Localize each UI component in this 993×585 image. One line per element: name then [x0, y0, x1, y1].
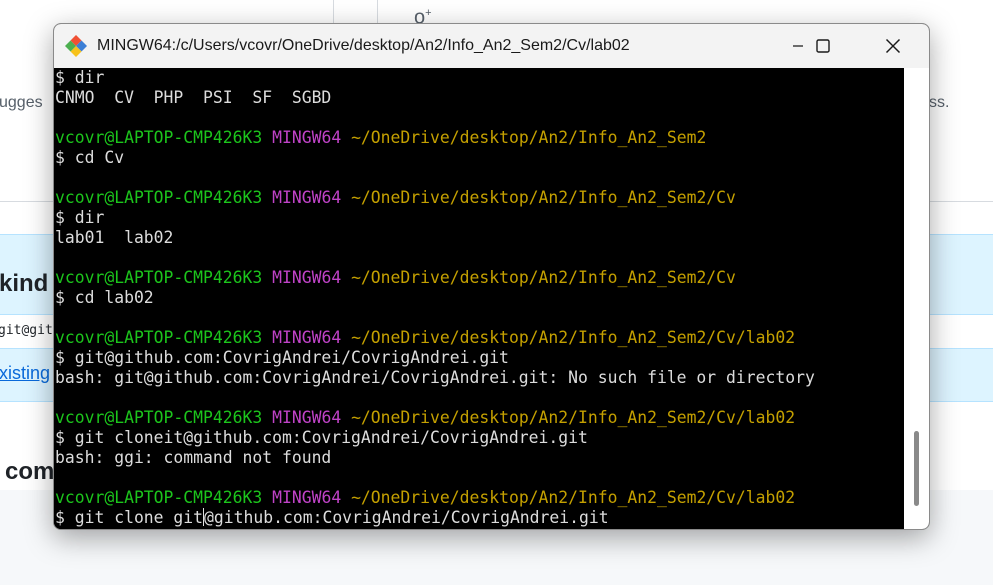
prompt-user-host: vcovr@LAPTOP-CMP426K3 [55, 128, 263, 147]
maximize-button[interactable] [800, 24, 846, 68]
prompt-system: MINGW64 [272, 488, 342, 507]
prompt-system: MINGW64 [272, 408, 342, 427]
terminal-text-line: $ git@github.com:CovrigAndrei/CovrigAndr… [55, 348, 509, 367]
prompt-path: ~/OneDrive/desktop/An2/Info_An2_Sem2 [351, 128, 707, 147]
prompt-user-host: vcovr@LAPTOP-CMP426K3 [55, 408, 263, 427]
terminal-text-line: $ cd Cv [55, 148, 125, 167]
prompt-path: ~/OneDrive/desktop/An2/Info_An2_Sem2/Cv/… [351, 488, 796, 507]
input-text-before-cursor: $ git clone git [55, 508, 204, 527]
terminal-input-line[interactable]: $ git clone git@github.com:CovrigAndrei/… [54, 508, 904, 528]
terminal-prompt-line: vcovr@LAPTOP-CMP426K3 MINGW64 ~/OneDrive… [54, 408, 904, 428]
terminal-text-line: $ cd lab02 [55, 288, 154, 307]
terminal-text-line: $ dir [55, 68, 105, 87]
terminal-prompt-line: vcovr@LAPTOP-CMP426K3 MINGW64 ~/OneDrive… [54, 188, 904, 208]
scrollbar-thumb[interactable] [914, 431, 919, 506]
terminal-text-line: bash: git@github.com:CovrigAndrei/Covrig… [55, 368, 815, 387]
terminal-text-line: $ dir [55, 208, 105, 227]
prompt-user-host: vcovr@LAPTOP-CMP426K3 [55, 268, 263, 287]
terminal-prompt-line: vcovr@LAPTOP-CMP426K3 MINGW64 ~/OneDrive… [54, 488, 904, 508]
prompt-path: ~/OneDrive/desktop/An2/Info_An2_Sem2/Cv [351, 188, 736, 207]
window-title: MINGW64:/c/Users/vcovr/OneDrive/desktop/… [97, 37, 630, 54]
background-code-snippet: git@git [0, 323, 53, 338]
prompt-system: MINGW64 [272, 128, 342, 147]
octicon-icon: o+ [414, 6, 432, 29]
terminal-text-line: $ git cloneit@github.com:CovrigAndrei/Co… [55, 428, 588, 447]
terminal-prompt-line: vcovr@LAPTOP-CMP426K3 MINGW64 ~/OneDrive… [54, 328, 904, 348]
prompt-system: MINGW64 [272, 268, 342, 287]
prompt-user-host: vcovr@LAPTOP-CMP426K3 [55, 328, 263, 347]
maximize-icon [816, 39, 830, 53]
input-text-after-cursor: @github.com:CovrigAndrei/CovrigAndrei.gi… [204, 508, 609, 527]
prompt-path: ~/OneDrive/desktop/An2/Info_An2_Sem2/Cv/… [351, 328, 796, 347]
background-existing-link[interactable]: xisting [0, 363, 50, 384]
terminal-window: MINGW64:/c/Users/vcovr/OneDrive/desktop/… [53, 23, 930, 530]
background-suggest-text: ugges [0, 94, 43, 111]
title-bar[interactable]: MINGW64:/c/Users/vcovr/OneDrive/desktop/… [54, 24, 929, 68]
terminal-prompt-line: vcovr@LAPTOP-CMP426K3 MINGW64 ~/OneDrive… [54, 128, 904, 148]
terminal-text-line: bash: ggi: command not found [55, 448, 332, 467]
background-trailing-text: ss. [929, 94, 950, 111]
prompt-path: ~/OneDrive/desktop/An2/Info_An2_Sem2/Cv/… [351, 408, 796, 427]
terminal-text-line: lab01 lab02 [55, 228, 174, 247]
prompt-path: ~/OneDrive/desktop/An2/Info_An2_Sem2/Cv [351, 268, 736, 287]
background-heading-com: com [5, 458, 55, 485]
close-button[interactable] [870, 24, 916, 68]
prompt-user-host: vcovr@LAPTOP-CMP426K3 [55, 188, 263, 207]
close-icon [885, 38, 901, 54]
terminal-text-line: CNMO CV PHP PSI SF SGBD [55, 88, 332, 107]
prompt-user-host: vcovr@LAPTOP-CMP426K3 [55, 488, 263, 507]
terminal-prompt-line: vcovr@LAPTOP-CMP426K3 MINGW64 ~/OneDrive… [54, 268, 904, 288]
prompt-system: MINGW64 [272, 188, 342, 207]
git-bash-icon [65, 35, 87, 57]
prompt-system: MINGW64 [272, 328, 342, 347]
terminal-scrollbar[interactable] [904, 68, 929, 529]
terminal-output[interactable]: $ dir CNMO CV PHP PSI SF SGBD vcovr@LAPTOP… [54, 68, 904, 529]
